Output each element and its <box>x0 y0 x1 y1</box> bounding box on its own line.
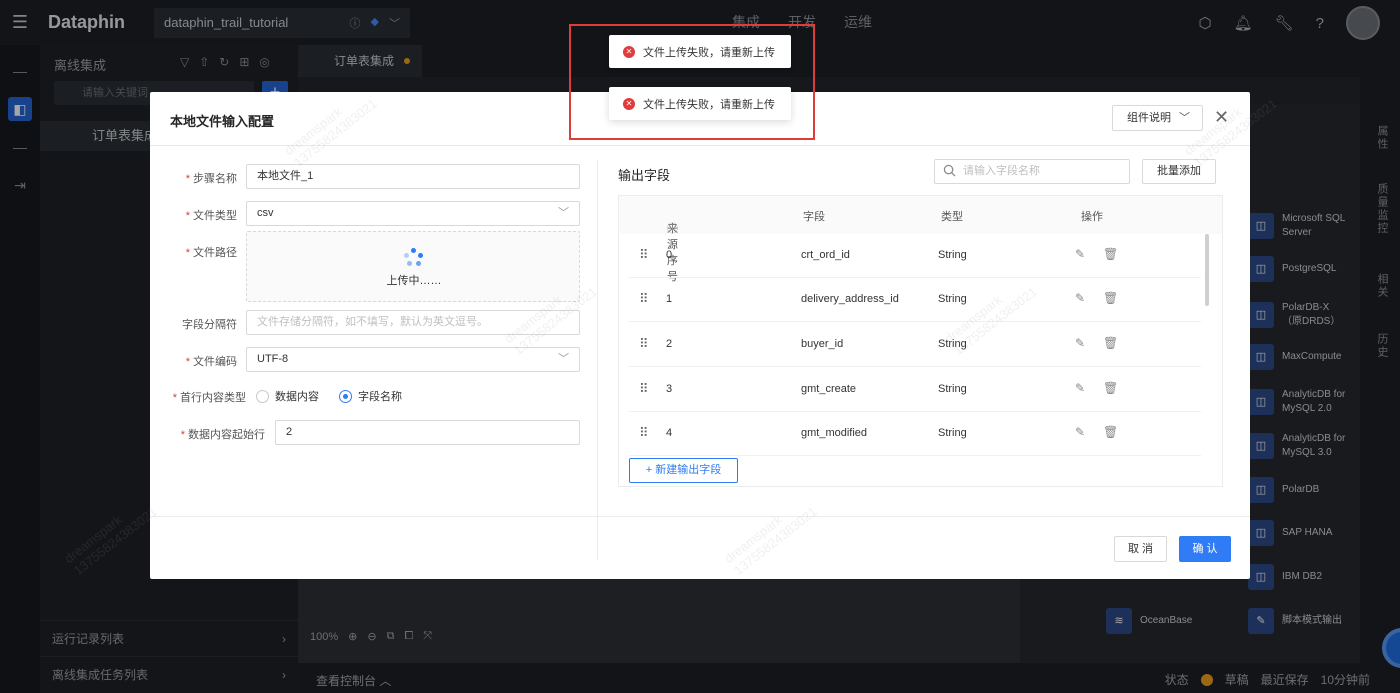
radio-circle <box>256 389 269 403</box>
search-placeholder: 请输入字段名称 <box>963 165 1040 177</box>
table-row: ⠿ 1 delivery_address_id String ✎ 🗑︎ <box>629 278 1201 322</box>
section-divider <box>597 160 598 560</box>
modal-title: 本地文件输入配置 <box>170 114 275 129</box>
step-name-label: * 步骤名称 <box>185 173 237 185</box>
row-type: String <box>938 338 967 350</box>
row-index: 0 <box>666 249 673 261</box>
first-row-type-radio-group: 数据内容 字段名称 <box>256 388 422 404</box>
table-row: ⠿ 4 gmt_modified String ✎ 🗑︎ <box>629 412 1201 456</box>
start-row-label: * 数据内容起始行 <box>180 429 265 441</box>
radio-circle-checked <box>339 389 352 403</box>
col-actions: 操作 <box>1081 211 1103 223</box>
table-row: ⠿ 0 crt_ord_id String ✎ 🗑︎ <box>629 234 1201 278</box>
row-field: gmt_create <box>801 383 857 395</box>
encoding-label: * 文件编码 <box>185 356 237 368</box>
step-name-input[interactable]: 本地文件_1 <box>246 164 580 189</box>
radio-label: 字段名称 <box>358 391 402 403</box>
confirm-button[interactable]: 确 认 <box>1179 536 1231 562</box>
row-field: crt_ord_id <box>801 249 850 261</box>
row-index: 1 <box>666 293 673 305</box>
chevron-down-icon: ﹀ <box>1179 112 1190 124</box>
row-field: buyer_id <box>801 338 844 350</box>
batch-add-button[interactable]: 批量添加 <box>1142 159 1216 184</box>
close-icon[interactable]: ✕ <box>1214 107 1229 128</box>
highlight-frame <box>569 24 815 140</box>
drag-handle-icon[interactable]: ⠿ <box>639 336 648 352</box>
row-index: 3 <box>666 383 673 395</box>
add-output-field-button[interactable]: + 新建输出字段 <box>629 458 738 483</box>
separator-input[interactable]: 文件存储分隔符，如不填写，默认为英文逗号。 <box>246 310 580 335</box>
drag-handle-icon[interactable]: ⠿ <box>639 425 648 441</box>
row-index: 4 <box>666 427 673 439</box>
file-type-value: csv <box>257 207 274 219</box>
table-header: 来源序号 ⓘ 字段 类型 操作 <box>619 196 1222 283</box>
file-type-label: * 文件类型 <box>185 210 237 222</box>
edit-icon[interactable]: ✎ <box>1075 425 1085 439</box>
file-upload-area[interactable]: 上传中…… <box>246 231 580 302</box>
edit-icon[interactable]: ✎ <box>1075 336 1085 350</box>
drag-handle-icon[interactable]: ⠿ <box>639 381 648 397</box>
edit-icon[interactable]: ✎ <box>1075 291 1085 305</box>
add-field-label: 新建输出字段 <box>655 464 722 476</box>
col-type: 类型 <box>941 211 963 223</box>
row-type: String <box>938 249 967 261</box>
drag-handle-icon[interactable]: ⠿ <box>639 247 648 263</box>
table-scrollbar[interactable] <box>1205 234 1209 306</box>
component-help-dropdown[interactable]: 组件说明 ﹀ <box>1112 105 1203 131</box>
start-row-input[interactable]: 2 <box>275 420 580 445</box>
col-field: 字段 <box>803 211 825 223</box>
radio-label: 数据内容 <box>275 391 319 403</box>
delete-icon[interactable]: 🗑︎ <box>1103 425 1118 439</box>
file-path-label: * 文件路径 <box>185 247 237 259</box>
radio-data-content[interactable]: 数据内容 <box>256 388 319 404</box>
row-field: delivery_address_id <box>801 293 899 305</box>
radio-field-name[interactable]: 字段名称 <box>339 388 402 404</box>
cancel-button[interactable]: 取 消 <box>1114 536 1167 562</box>
help-label: 组件说明 <box>1127 112 1171 124</box>
edit-icon[interactable]: ✎ <box>1075 247 1085 261</box>
delete-icon[interactable]: 🗑︎ <box>1103 247 1118 261</box>
chevron-down-icon: ﹀ <box>558 353 569 365</box>
loading-spinner-icon <box>404 248 424 268</box>
output-fields-table: 来源序号 ⓘ 字段 类型 操作 ⠿ 0 crt_ord_id String ✎ … <box>618 195 1223 487</box>
table-row: ⠿ 3 gmt_create String ✎ 🗑︎ <box>629 368 1201 412</box>
file-type-select[interactable]: csv ﹀ <box>246 201 580 226</box>
edit-icon[interactable]: ✎ <box>1075 381 1085 395</box>
drag-handle-icon[interactable]: ⠿ <box>639 291 648 307</box>
output-fields-title: 输出字段 <box>618 168 671 183</box>
modal-footer: 取 消 确 认 <box>150 516 1250 579</box>
delete-icon[interactable]: 🗑︎ <box>1103 291 1118 305</box>
row-type: String <box>938 427 967 439</box>
row-field: gmt_modified <box>801 427 868 439</box>
field-search-input[interactable]: 请输入字段名称 <box>934 159 1130 184</box>
uploading-text: 上传中…… <box>386 275 442 287</box>
table-row: ⠿ 2 buyer_id String ✎ 🗑︎ <box>629 323 1201 367</box>
local-file-input-modal: 本地文件输入配置 组件说明 ﹀ ✕ * 步骤名称 本地文件_1 * 文件类型 csv… <box>150 92 1250 579</box>
encoding-value: UTF-8 <box>257 353 289 365</box>
separator-label: 字段分隔符 <box>182 319 237 331</box>
delete-icon[interactable]: 🗑︎ <box>1103 336 1118 350</box>
first-row-type-label: * 首行内容类型 <box>172 392 246 404</box>
search-icon <box>943 164 956 177</box>
row-type: String <box>938 293 967 305</box>
row-type: String <box>938 383 967 395</box>
chevron-down-icon: ﹀ <box>558 207 569 219</box>
delete-icon[interactable]: 🗑︎ <box>1103 381 1118 395</box>
row-index: 2 <box>666 338 673 350</box>
encoding-select[interactable]: UTF-8 ﹀ <box>246 347 580 372</box>
